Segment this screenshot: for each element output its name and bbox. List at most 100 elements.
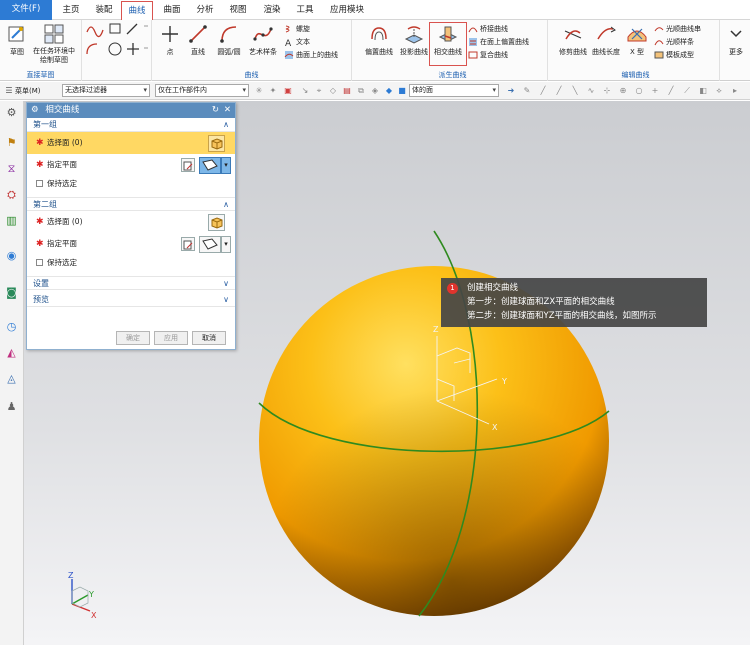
web-browser-icon[interactable]: ◉ (3, 247, 20, 264)
arc-circle-button[interactable]: 圆弧/圆 (214, 23, 244, 57)
group2-specify-plane-row[interactable]: ✱ 指定平面 ▾ (27, 233, 235, 255)
face-selector-icon[interactable] (208, 135, 225, 152)
process-studio-icon[interactable]: ◬ (3, 370, 20, 387)
group2-keep-selected[interactable]: 保持选定 (27, 255, 235, 270)
reset-icon[interactable]: ↻ (212, 103, 219, 118)
apply-button[interactable]: 应用 (154, 331, 188, 345)
plane-dropdown-icon[interactable]: ▾ (221, 236, 231, 253)
file-menu[interactable]: 文件(F) (0, 0, 52, 20)
curve-length-button[interactable]: 曲线长度 (590, 23, 622, 57)
tab-view[interactable]: 视图 (223, 1, 253, 20)
tab-curve[interactable]: 曲线 (121, 1, 153, 20)
task-sketch-button[interactable]: 在任务环境中绘制草图 (32, 23, 76, 65)
settings-section[interactable]: 设置 ∨ (27, 276, 235, 290)
more-button[interactable]: 更多 (724, 23, 748, 57)
group1-specify-plane-row[interactable]: ✱ 指定平面 ▾ (27, 154, 235, 176)
rectangle-select-icon[interactable]: ▣ (283, 86, 293, 96)
trim-curve-button[interactable]: 修剪曲线 (556, 23, 590, 57)
assembly-navigator-icon[interactable]: ⚑ (3, 134, 20, 151)
tab-assembly[interactable]: 装配 (89, 1, 119, 20)
toolbar-more-icon[interactable]: ▸ (730, 86, 740, 96)
template-shaping-button[interactable]: 模板成型 (654, 49, 694, 61)
system-materials-icon[interactable]: ◭ (3, 344, 20, 361)
endpoint-icon[interactable]: ✎ (522, 86, 532, 96)
midpoint-icon[interactable]: ╱ (554, 86, 564, 96)
box-select-icon[interactable]: ▤ (342, 86, 352, 96)
fair-string-button[interactable]: 光顺曲线串 (654, 23, 701, 35)
sketch-curve-icons[interactable] (82, 20, 152, 70)
keep-selected-checkbox[interactable] (36, 259, 43, 266)
dialog-gear-icon[interactable]: ⚙ (31, 105, 39, 115)
existing-point-icon[interactable]: + (650, 86, 660, 96)
tab-applications[interactable]: 应用模块 (325, 1, 369, 20)
sketch-curve-tools (82, 20, 152, 81)
history-icon[interactable]: ◙ (3, 284, 20, 301)
inferred-plane-icon[interactable] (199, 157, 221, 174)
menu-dropdown[interactable]: 菜单(M) (15, 85, 41, 97)
constraint-navigator-icon[interactable]: ⧖ (3, 160, 20, 177)
curve-on-surface-button[interactable]: 曲面上的曲线 (284, 49, 338, 61)
settings-gear-icon[interactable]: ⚙ (3, 104, 20, 121)
tab-tools[interactable]: 工具 (290, 1, 320, 20)
reuse-library-icon[interactable]: ▥ (3, 212, 20, 229)
ok-button[interactable]: 确定 (116, 331, 150, 345)
chain-icon[interactable]: ⧉ (356, 86, 366, 96)
pick-icon[interactable]: ⌖ (314, 86, 324, 96)
arc-center-icon[interactable]: ⊹ (602, 86, 612, 96)
cancel-button[interactable]: 取消 (192, 331, 226, 345)
tab-surface[interactable]: 曲面 (157, 1, 187, 20)
scope-select[interactable]: 仅在工作部件内 (155, 84, 249, 97)
group2-select-face-row[interactable]: ✱ 选择面 (0) (27, 211, 235, 233)
group1-header[interactable]: 第一组 ∧ (27, 118, 235, 132)
x-form-button[interactable]: X 型 (624, 23, 650, 57)
project-curve-button[interactable]: 投影曲线 (398, 23, 430, 57)
offset-curve-button[interactable]: 偏置曲线 (362, 23, 396, 57)
face-selector-icon[interactable] (208, 214, 225, 231)
deselect-icon[interactable]: ✦ (268, 86, 278, 96)
art-spline-button[interactable]: 艺术样条 (246, 23, 280, 57)
plane-dialog-icon[interactable] (181, 237, 195, 251)
helix-button[interactable]: 螺旋 (284, 23, 310, 35)
preview-section[interactable]: 预览 ∨ (27, 293, 235, 307)
intersection-snap-icon[interactable]: ∿ (586, 86, 596, 96)
cube-icon[interactable]: ■ (397, 86, 407, 96)
group1-keep-selected[interactable]: 保持选定 (27, 176, 235, 191)
tab-render[interactable]: 渲染 (257, 1, 287, 20)
composite-curve-button[interactable]: 复合曲线 (468, 49, 508, 61)
point-button[interactable]: 点 (158, 23, 182, 57)
type-filter-select[interactable]: 无选择过滤器 (62, 84, 150, 97)
quadrant-icon[interactable]: ⊕ (618, 86, 628, 96)
body-icon[interactable]: ◆ (384, 86, 394, 96)
inferred-plane-icon[interactable] (199, 236, 221, 253)
line-snap-icon[interactable]: ╱ (538, 86, 548, 96)
snap-icon[interactable]: ↘ (300, 86, 310, 96)
plane-dropdown-icon[interactable]: ▾ (221, 157, 231, 174)
fair-spline-button[interactable]: 光顺样条 (654, 36, 694, 48)
tab-analysis[interactable]: 分析 (190, 1, 220, 20)
group1-select-face-row[interactable]: ✱ 选择面 (0) (27, 132, 235, 154)
snap-arrow-icon[interactable]: ➜ (506, 86, 516, 96)
plane-dialog-icon[interactable] (181, 158, 195, 172)
point-on-face-icon[interactable]: ⟋ (682, 86, 692, 96)
component-icon[interactable]: ◈ (370, 86, 380, 96)
close-icon[interactable]: ✕ (224, 103, 231, 118)
offset-in-face-button[interactable]: 在面上偏置曲线 (468, 36, 529, 48)
roles-icon[interactable]: ♟ (3, 398, 20, 415)
circle-snap-icon[interactable]: ○ (634, 86, 644, 96)
snap-toggle-icon[interactable]: ⟡ (714, 86, 724, 96)
line-button[interactable]: 直线 (186, 23, 210, 57)
part-navigator-icon[interactable]: ⛭ (3, 186, 20, 203)
bounded-grid-icon[interactable]: ◧ (698, 86, 708, 96)
sketch-button[interactable]: 草图 (4, 23, 30, 57)
clock-icon[interactable]: ◷ (3, 318, 20, 335)
keep-selected-checkbox[interactable] (36, 180, 43, 187)
text-button[interactable]: A 文本 (284, 36, 310, 49)
bridge-curve-button[interactable]: 桥接曲线 (468, 23, 508, 35)
control-point-icon[interactable]: ╲ (570, 86, 580, 96)
point-on-curve-icon[interactable]: ╱ (666, 86, 676, 96)
select-all-icon[interactable]: ✳ (254, 86, 264, 96)
face-rule-select[interactable]: 体的面 (409, 84, 499, 97)
tab-home[interactable]: 主页 (56, 1, 86, 20)
lasso-icon[interactable]: ◇ (328, 86, 338, 96)
group2-header[interactable]: 第二组 ∧ (27, 197, 235, 211)
